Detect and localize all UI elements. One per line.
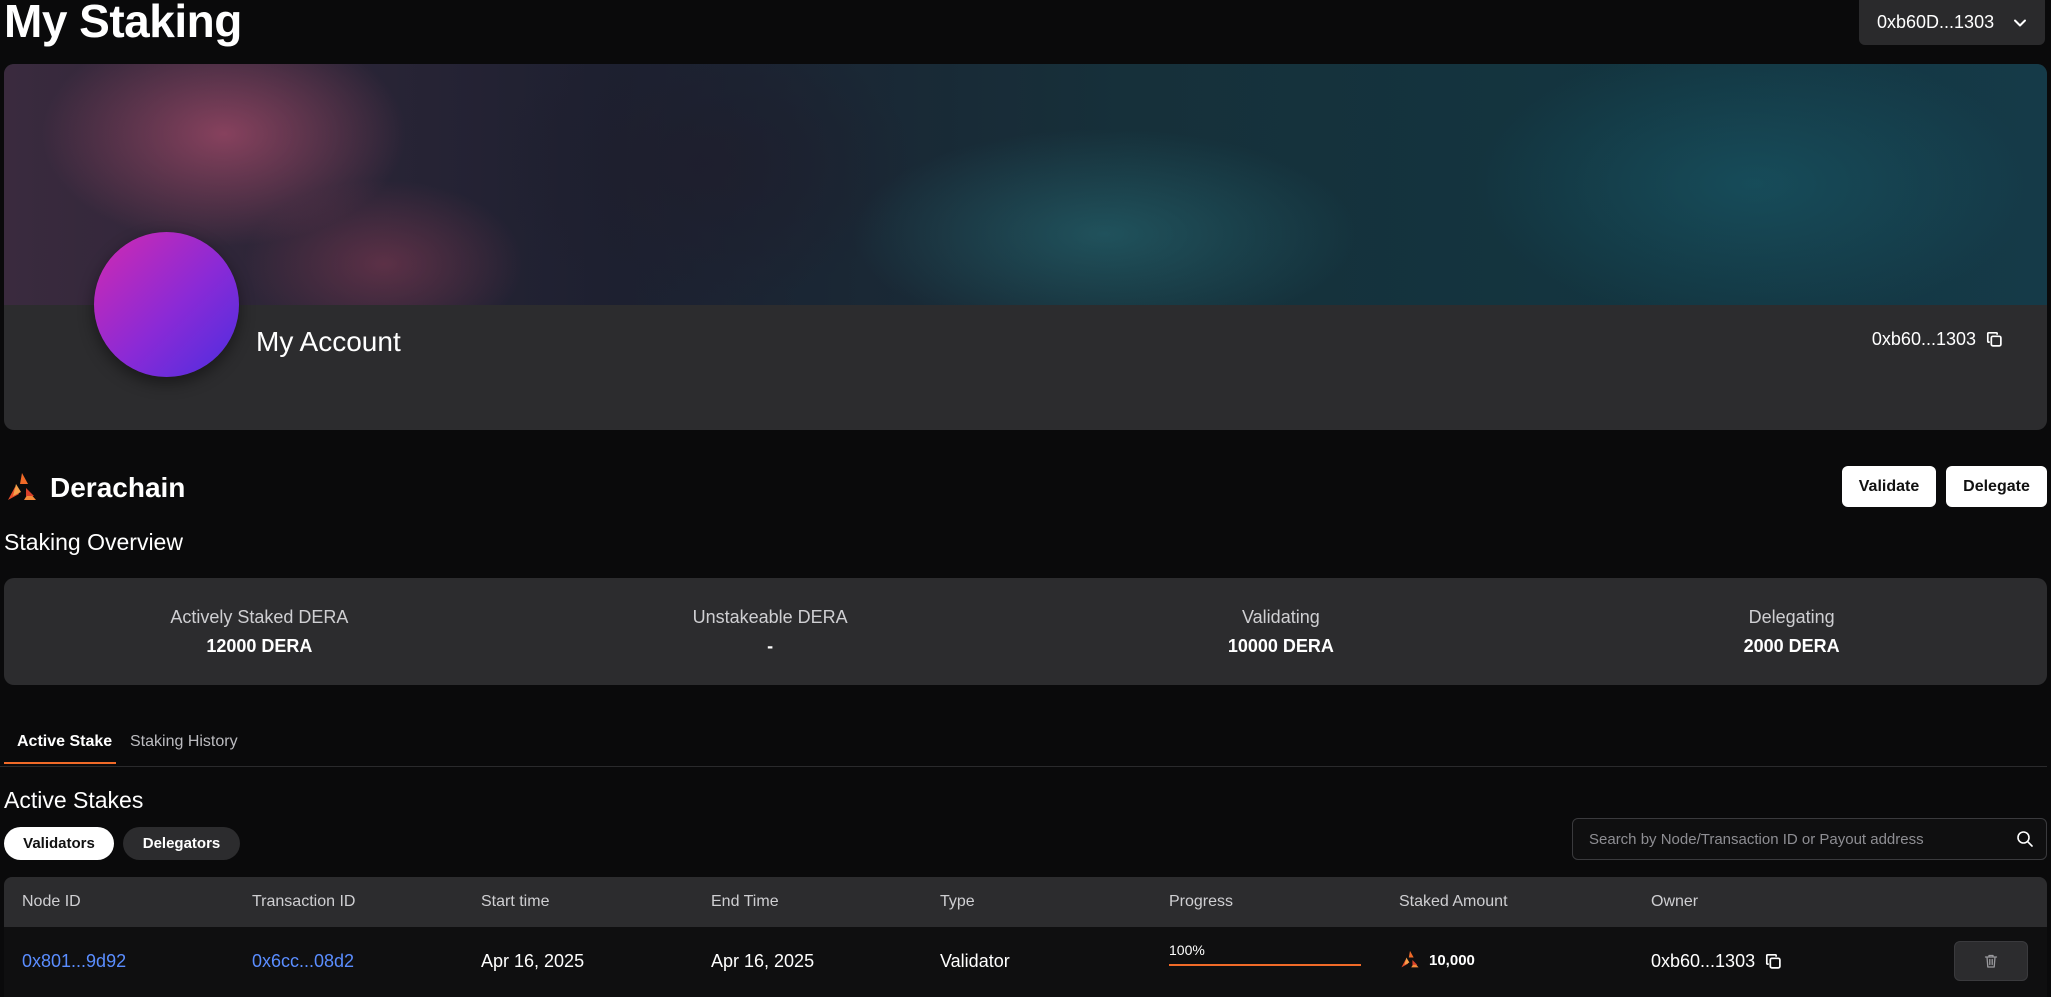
copy-icon[interactable]	[1986, 331, 2003, 348]
column-header: Start time	[481, 893, 550, 910]
node-id-link[interactable]: 0x801...9d92	[22, 951, 126, 972]
stake-type: Validator	[940, 951, 1010, 971]
staked-amount: 10,000	[1399, 949, 1475, 971]
progress-label: 100%	[1169, 942, 1205, 958]
end-time: Apr 16, 2025	[711, 951, 815, 971]
active-stakes-heading: Active Stakes	[4, 787, 144, 813]
start-time: Apr 16, 2025	[481, 951, 585, 971]
progress-track	[1169, 964, 1361, 966]
trash-icon	[1984, 954, 1998, 968]
chevron-down-icon	[2014, 19, 2026, 26]
active-tab-indicator	[4, 762, 116, 764]
stat-unstakeable: Unstakeable DERA -	[515, 578, 1026, 685]
column-header: Node ID	[22, 893, 81, 910]
tab-active-stake[interactable]: Active Stake	[17, 733, 112, 751]
account-name: My Account	[256, 326, 401, 357]
transaction-id-link[interactable]: 0x6cc...08d2	[252, 951, 354, 972]
stat-value: 2000 DERA	[1743, 635, 1840, 656]
column-header: Staked Amount	[1399, 893, 1508, 910]
stat-label: Unstakeable DERA	[692, 606, 848, 627]
progress-fill	[1169, 964, 1361, 966]
staking-overview-card: Actively Staked DERA 12000 DERA Unstakea…	[4, 578, 2047, 685]
account-address-text: 0xb60...1303	[1871, 329, 1976, 349]
staked-amount-value: 10,000	[1429, 951, 1475, 969]
delete-stake-button[interactable]	[1954, 941, 2028, 981]
owner-address: 0xb60...1303	[1651, 951, 1756, 971]
account-address: 0xb60...1303	[1872, 329, 2003, 350]
table-header: Node ID Transaction ID Start time End Ti…	[4, 877, 2047, 927]
stat-delegating: Delegating 2000 DERA	[1536, 578, 2047, 685]
stat-validating: Validating 10000 DERA	[1026, 578, 1537, 685]
stat-value: 12000 DERA	[206, 635, 313, 656]
search-icon[interactable]	[2016, 830, 2034, 848]
column-header: Transaction ID	[252, 893, 356, 910]
filter-validators[interactable]: Validators	[4, 827, 114, 860]
brand-name: Derachain	[50, 472, 186, 503]
page-title: My Staking	[4, 0, 242, 47]
progress: 100%	[1169, 942, 1361, 966]
brand: Derachain	[4, 470, 185, 506]
column-header: Progress	[1169, 893, 1234, 910]
stat-label: Actively Staked DERA	[170, 606, 349, 627]
account-card: My Account 0xb60...1303	[4, 64, 2047, 430]
derachain-logo	[8, 473, 36, 500]
search-input[interactable]	[1587, 829, 2016, 849]
validate-button[interactable]: Validate	[1842, 466, 1936, 507]
active-stakes-table: Node ID Transaction ID Start time End Ti…	[4, 877, 2047, 997]
delegate-button[interactable]: Delegate	[1946, 466, 2047, 507]
stat-value: -	[767, 635, 774, 656]
avatar	[94, 232, 239, 377]
staking-overview-heading: Staking Overview	[4, 529, 183, 555]
column-header: Owner	[1651, 893, 1699, 910]
owner: 0xb60...1303	[1651, 951, 1782, 972]
table-row: 0x801...9d92 0x6cc...08d2 Apr 16, 2025 A…	[4, 927, 2047, 997]
stat-label: Validating	[1242, 606, 1320, 627]
stat-actively-staked: Actively Staked DERA 12000 DERA	[4, 578, 515, 685]
column-header: Type	[940, 893, 975, 910]
account-banner	[4, 64, 2047, 305]
stat-value: 10000 DERA	[1227, 635, 1334, 656]
wallet-dropdown[interactable]: 0xb60D...1303	[1859, 0, 2045, 45]
search-box	[1572, 818, 2047, 860]
wallet-address: 0xb60D...1303	[1877, 12, 1995, 32]
stat-label: Delegating	[1748, 606, 1835, 627]
tab-staking-history[interactable]: Staking History	[130, 733, 238, 751]
derachain-logo	[1401, 950, 1419, 968]
copy-icon[interactable]	[1765, 953, 1782, 970]
stake-tabs: Active Stake Staking History	[0, 716, 2047, 767]
column-header: End Time	[711, 893, 779, 910]
filter-delegators[interactable]: Delegators	[123, 827, 240, 860]
